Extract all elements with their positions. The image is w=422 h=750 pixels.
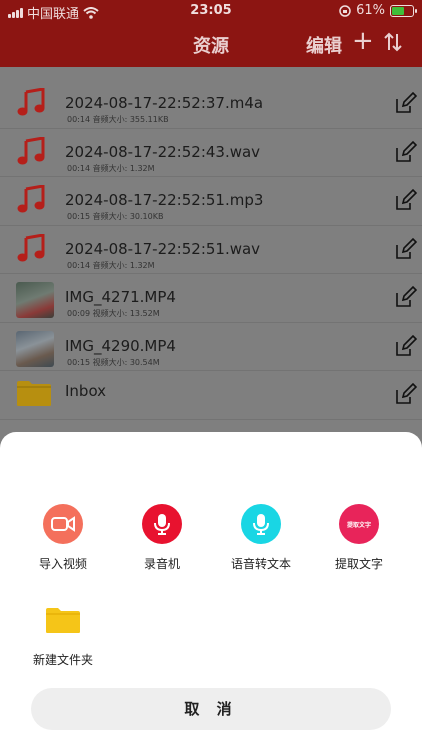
folder-icon xyxy=(16,379,54,415)
list-item[interactable]: 2024-08-17-22:52:51.mp3 00:15 音频大小: 30.10… xyxy=(0,177,422,226)
battery-percent: 61% xyxy=(356,3,385,18)
edit-icon[interactable] xyxy=(395,91,418,114)
microphone-icon xyxy=(241,504,281,544)
new-folder-action[interactable]: 新建文件夹 xyxy=(18,600,108,668)
file-name: 2024-08-17-22:52:43.wav xyxy=(65,142,261,161)
list-item[interactable]: Inbox xyxy=(0,371,422,420)
extract-text-icon: 提取文字 xyxy=(339,504,379,544)
extract-text-label: 提取文字 xyxy=(334,557,383,571)
edit-icon[interactable] xyxy=(395,188,418,211)
file-meta: 00:15 音频大小: 30.10KB xyxy=(67,212,164,221)
plus-icon[interactable]: + xyxy=(352,28,374,54)
battery-icon xyxy=(390,4,417,17)
music-note-icon xyxy=(16,87,54,124)
extract-text-badge: 提取文字 xyxy=(346,521,371,529)
edit-icon[interactable] xyxy=(395,237,418,260)
folder-icon xyxy=(43,600,83,640)
sort-icon[interactable] xyxy=(382,31,404,53)
speech-to-text-label: 语音转文本 xyxy=(230,557,291,571)
import-video-action[interactable]: 导入视频 xyxy=(18,504,108,572)
import-video-label: 导入视频 xyxy=(38,557,87,571)
file-name: 2024-08-17-22:52:51.wav xyxy=(65,239,261,258)
list-item[interactable]: IMG_4271.MP4 00:09 视频大小: 13.52M xyxy=(0,274,422,323)
microphone-icon xyxy=(142,504,182,544)
status-right: 61% xyxy=(339,3,417,18)
recorder-label: 录音机 xyxy=(143,557,180,571)
cancel-button[interactable]: 取 消 xyxy=(31,688,391,730)
battery-fill xyxy=(392,6,404,15)
music-note-icon xyxy=(16,184,54,221)
rotation-lock-icon xyxy=(339,4,351,17)
file-meta: 00:14 音频大小: 355.11KB xyxy=(67,115,169,124)
edit-button[interactable]: 编辑 xyxy=(306,32,342,58)
edit-icon[interactable] xyxy=(395,382,418,405)
video-thumbnail xyxy=(16,282,54,318)
list-item[interactable]: IMG_4290.MP4 00:15 视频大小: 30.54M xyxy=(0,323,422,371)
recorder-action[interactable]: 录音机 xyxy=(117,504,207,572)
extract-text-action[interactable]: 提取文字 提取文字 xyxy=(314,504,404,572)
edit-icon[interactable] xyxy=(395,285,418,308)
file-meta: 00:14 音频大小: 1.32M xyxy=(67,260,155,270)
new-folder-label: 新建文件夹 xyxy=(32,653,93,667)
action-sheet: 导入视频 录音机 语音转文本 提取文字 提取文字 新建文件夹 取 消 xyxy=(0,432,422,750)
video-camera-icon xyxy=(43,504,83,544)
edit-icon[interactable] xyxy=(395,334,418,357)
list-item[interactable]: 2024-08-17-22:52:37.m4a 00:14 音频大小: 355.1… xyxy=(0,80,422,129)
file-name: 2024-08-17-22:52:51.mp3 xyxy=(65,191,264,209)
video-thumbnail xyxy=(16,330,54,367)
file-name: IMG_4271.MP4 xyxy=(65,288,176,306)
file-name: Inbox xyxy=(65,382,107,400)
file-meta: 00:14 音频大小: 1.32M xyxy=(67,163,155,173)
file-meta: 00:15 视频大小: 30.54M xyxy=(67,357,160,367)
music-note-icon xyxy=(16,232,54,270)
file-name: 2024-08-17-22:52:37.m4a xyxy=(65,94,264,112)
speech-to-text-action[interactable]: 语音转文本 xyxy=(216,504,306,572)
list-item[interactable]: 2024-08-17-22:52:43.wav 00:14 音频大小: 1.32M xyxy=(0,129,422,177)
top-bar: 中国联通 23:05 61% 资源 编辑 + xyxy=(0,0,422,67)
file-list: 2024-08-17-22:52:37.m4a 00:14 音频大小: 355.1… xyxy=(0,80,422,420)
list-item[interactable]: 2024-08-17-22:52:51.wav 00:14 音频大小: 1.32M xyxy=(0,226,422,274)
status-bar: 中国联通 23:05 61% xyxy=(0,0,422,24)
edit-icon[interactable] xyxy=(395,140,418,163)
music-note-icon xyxy=(16,135,54,173)
file-name: IMG_4290.MP4 xyxy=(65,336,176,355)
file-meta: 00:09 视频大小: 13.52M xyxy=(67,309,160,318)
